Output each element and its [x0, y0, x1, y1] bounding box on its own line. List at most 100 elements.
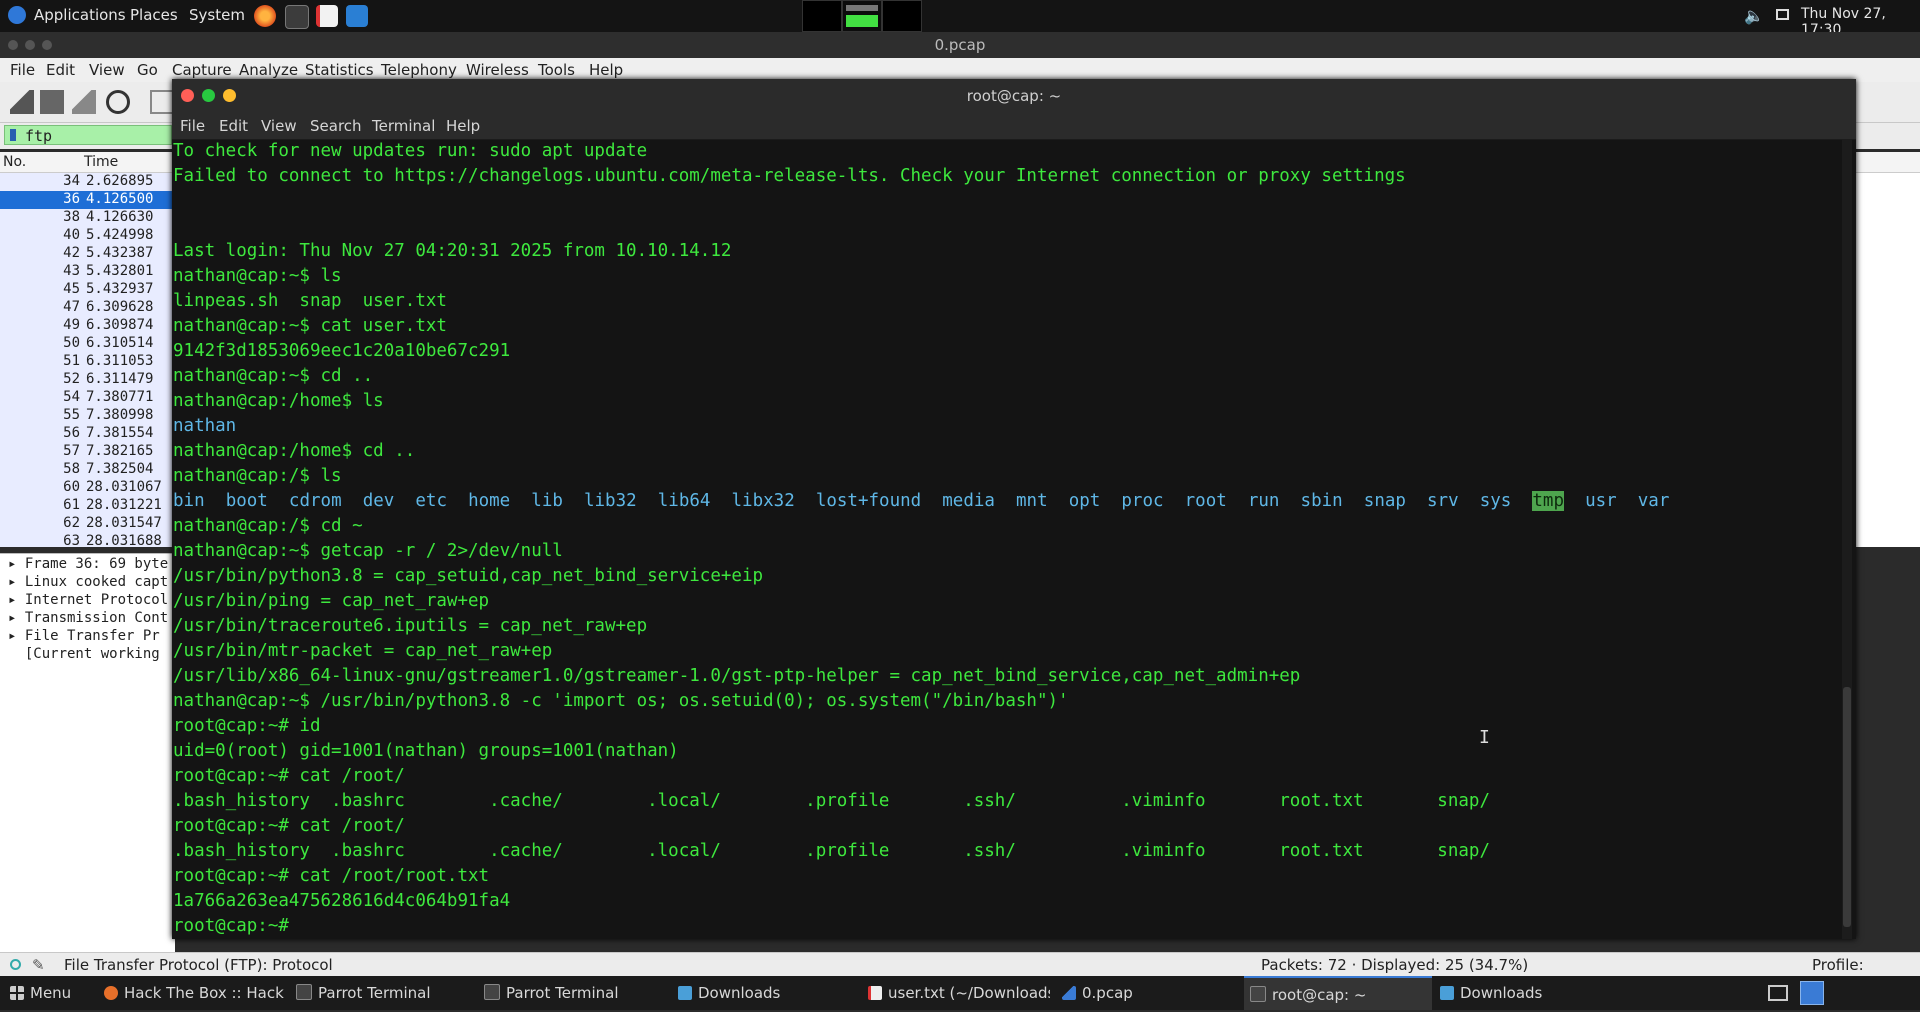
- workspace-3[interactable]: [882, 0, 922, 32]
- terminal-line: root@cap:~# cat /root/: [173, 766, 405, 786]
- task-downloads-1[interactable]: Downloads: [678, 976, 780, 1010]
- places-menu[interactable]: Places: [130, 6, 178, 24]
- detail-row[interactable]: ▸ File Transfer Pr: [8, 628, 160, 644]
- detail-row[interactable]: ▸ Linux cooked capt: [8, 574, 168, 590]
- ws-menu-view[interactable]: View: [89, 61, 125, 79]
- task-downloads-2[interactable]: Downloads: [1440, 976, 1542, 1010]
- detail-row[interactable]: [Current working: [8, 646, 160, 662]
- task-hackthebox[interactable]: Hack The Box :: Hack ...: [104, 976, 284, 1010]
- ws-window-buttons[interactable]: [8, 40, 68, 50]
- close-button[interactable]: [181, 89, 194, 102]
- expert-info-icon[interactable]: [10, 959, 21, 970]
- term-menu-search[interactable]: Search: [310, 117, 362, 135]
- display-filter-input[interactable]: ftp: [4, 125, 172, 145]
- edit-comment-icon[interactable]: ✎: [32, 956, 45, 974]
- ws-menu-help[interactable]: Help: [589, 61, 623, 79]
- top-panel: Applications Places System 🔈 Thu Nov 27,…: [0, 0, 1920, 38]
- ws-menu-capture[interactable]: Capture: [172, 61, 232, 79]
- ws-menu-go[interactable]: Go: [137, 61, 158, 79]
- packet-row[interactable]: 52 6.311479: [0, 371, 174, 389]
- terminal-line: Failed to connect to https://changelogs.…: [173, 166, 1406, 186]
- root-dir-listing: bin boot cdrom dev etc home lib lib32 li…: [173, 491, 1670, 511]
- wireshark-titlebar: 0.pcap: [0, 32, 1920, 58]
- ws-menu-file[interactable]: File: [10, 61, 35, 79]
- packet-row[interactable]: 63 28.031688: [0, 533, 174, 547]
- display-icon[interactable]: [1776, 9, 1789, 20]
- terminal-output[interactable]: To check for new updates run: sudo apt u…: [172, 139, 1856, 939]
- packet-row[interactable]: 62 28.031547: [0, 515, 174, 533]
- packet-row[interactable]: 61 28.031221: [0, 497, 174, 515]
- workspace-1[interactable]: [802, 0, 842, 32]
- packet-row-selected[interactable]: 36 4.126500: [0, 191, 174, 209]
- minimize-button[interactable]: [223, 89, 236, 102]
- task-parrot-terminal-1[interactable]: Parrot Terminal: [296, 976, 431, 1010]
- packet-row[interactable]: 40 5.424998: [0, 227, 174, 245]
- task-user-txt[interactable]: user.txt (~/Downloads...: [868, 976, 1050, 1010]
- ws-menu-wireless[interactable]: Wireless: [466, 61, 529, 79]
- packet-row[interactable]: 57 7.382165: [0, 443, 174, 461]
- terminal-line: To check for new updates run: sudo apt u…: [173, 141, 648, 161]
- terminal-scrollbar[interactable]: [1842, 139, 1852, 939]
- column-time[interactable]: Time: [84, 154, 118, 170]
- status-packets: Packets: 72 · Displayed: 25 (34.7%): [1261, 956, 1529, 974]
- text-editor-icon[interactable]: [316, 5, 338, 27]
- terminal-line: .bash_history .bashrc .cache/ .local/ .p…: [173, 841, 1490, 861]
- applications-menu[interactable]: Applications: [34, 6, 126, 24]
- firefox-icon[interactable]: [254, 5, 276, 27]
- maximize-button[interactable]: [202, 89, 215, 102]
- packet-row[interactable]: 49 6.309874: [0, 317, 174, 335]
- term-menu-view[interactable]: View: [261, 117, 297, 135]
- term-menu-file[interactable]: File: [180, 117, 205, 135]
- terminal-icon: [296, 984, 312, 1000]
- terminal-launcher-icon[interactable]: [285, 5, 309, 29]
- packet-row[interactable]: 54 7.380771: [0, 389, 174, 407]
- task-root-terminal[interactable]: root@cap: ~: [1244, 976, 1432, 1010]
- parrot-logo-icon[interactable]: [8, 6, 26, 24]
- terminal-line: root@cap:~# cat /root/root.txt: [173, 866, 490, 886]
- detail-row[interactable]: ▸ Internet Protocol: [8, 592, 168, 608]
- stop-capture-icon[interactable]: [40, 90, 64, 114]
- vscode-icon[interactable]: [346, 5, 368, 27]
- packet-row[interactable]: 34 2.626895: [0, 173, 174, 191]
- terminal-line: nathan@cap:~$ /usr/bin/python3.8 -c 'imp…: [173, 691, 1069, 711]
- show-desktop-icon[interactable]: [1800, 981, 1824, 1005]
- term-menu-edit[interactable]: Edit: [219, 117, 248, 135]
- ws-menu-edit[interactable]: Edit: [46, 61, 75, 79]
- volume-icon[interactable]: 🔈: [1744, 7, 1764, 25]
- packet-row[interactable]: 60 28.031067: [0, 479, 174, 497]
- packet-row[interactable]: 51 6.311053: [0, 353, 174, 371]
- workspace-2[interactable]: [842, 0, 882, 32]
- detail-row[interactable]: ▸ Transmission Cont: [8, 610, 168, 626]
- terminal-icon: [1250, 986, 1266, 1002]
- packet-row[interactable]: 55 7.380998: [0, 407, 174, 425]
- menu-button[interactable]: Menu: [10, 976, 71, 1010]
- term-menu-terminal[interactable]: Terminal: [372, 117, 435, 135]
- tray-keyboard-icon[interactable]: [1768, 985, 1788, 1001]
- task-parrot-terminal-2[interactable]: Parrot Terminal: [484, 976, 619, 1010]
- ws-menu-analyze[interactable]: Analyze: [239, 61, 298, 79]
- bookmark-icon[interactable]: [10, 129, 16, 141]
- ws-menu-tools[interactable]: Tools: [538, 61, 575, 79]
- packet-row[interactable]: 38 4.126630: [0, 209, 174, 227]
- term-menu-help[interactable]: Help: [446, 117, 480, 135]
- packet-row[interactable]: 42 5.432387: [0, 245, 174, 263]
- capture-options-gear-icon[interactable]: [106, 90, 130, 114]
- shark-fin-start-icon[interactable]: [10, 90, 34, 114]
- terminal-line: /usr/bin/python3.8 = cap_setuid,cap_net_…: [173, 566, 764, 586]
- packet-row[interactable]: 50 6.310514: [0, 335, 174, 353]
- packet-row[interactable]: 58 7.382504: [0, 461, 174, 479]
- system-menu[interactable]: System: [189, 6, 245, 24]
- column-no[interactable]: No.: [3, 154, 26, 170]
- ws-menu-telephony[interactable]: Telephony: [381, 61, 457, 79]
- packet-row[interactable]: 47 6.309628: [0, 299, 174, 317]
- task-0-pcap[interactable]: 0.pcap: [1062, 976, 1133, 1010]
- packet-row[interactable]: 43 5.432801: [0, 263, 174, 281]
- packet-row[interactable]: 45 5.432937: [0, 281, 174, 299]
- detail-row[interactable]: ▸ Frame 36: 69 byte: [8, 556, 168, 572]
- packet-row[interactable]: 56 7.381554: [0, 425, 174, 443]
- scrollbar-thumb[interactable]: [1843, 687, 1851, 927]
- terminal-line: nathan@cap:~$ getcap -r / 2>/dev/null: [173, 541, 563, 561]
- open-file-icon[interactable]: [150, 90, 174, 114]
- ws-menu-statistics[interactable]: Statistics: [305, 61, 374, 79]
- restart-capture-icon[interactable]: [72, 90, 96, 114]
